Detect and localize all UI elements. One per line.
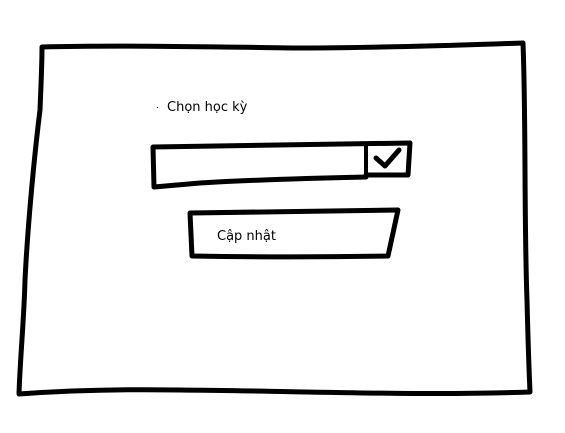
semester-dropdown-button[interactable] (366, 143, 410, 175)
update-button-label: Cập nhật (217, 229, 276, 244)
label-bullet (157, 107, 158, 108)
semester-label: Chọn học kỳ (167, 100, 248, 115)
